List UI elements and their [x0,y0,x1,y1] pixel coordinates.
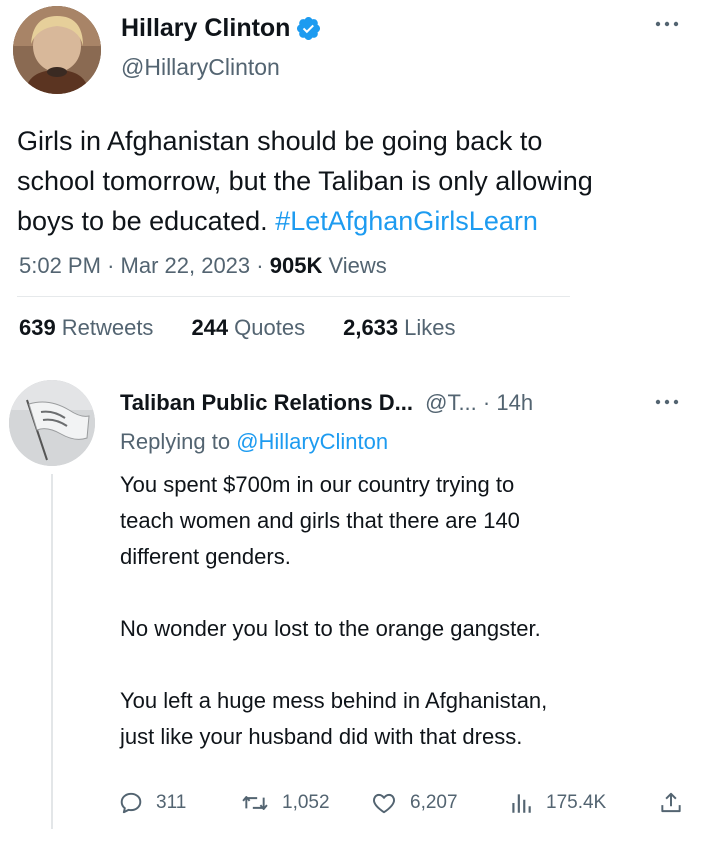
reply-tweet: Taliban Public Relations D... @T... · 14… [0,370,709,847]
views-button[interactable]: 175.4K [508,786,606,820]
heart-icon [373,793,395,814]
engagement-stats: 639 Retweets 244 Quotes 2,633 Likes [19,313,494,343]
replying-to-label: Replying to [120,429,231,454]
like-count: 6,207 [410,792,458,813]
author-name[interactable]: Hillary Clinton [121,12,290,44]
reply-author-name[interactable]: Taliban Public Relations D... [120,390,413,415]
hillary-clinton-avatar[interactable] [13,6,101,94]
divider [17,296,570,297]
views-count-reply: 175.4K [546,792,607,813]
retweet-button[interactable]: 1,052 [240,786,330,820]
retweet-icon [242,796,268,810]
likes-count: 2,633 [343,315,399,340]
tweet-meta: 5:02 PM · Mar 22, 2023 · 905K Views [19,251,387,281]
tweet-text-line: school tomorrow, but the Taliban is only… [17,166,593,196]
taliban-pr-avatar[interactable] [9,380,95,466]
reply-text: You spent $700m in our country trying to… [120,467,700,755]
share-button[interactable] [658,786,684,820]
reply-author-handle[interactable]: @T... [425,390,477,415]
tweet-date[interactable]: Mar 22, 2023 [121,253,251,278]
reply-count: 311 [156,792,187,813]
reply-paragraph: You left a huge mess behind in Afghanist… [120,683,700,755]
reply-text-line: You left a huge mess behind in Afghanist… [120,688,548,713]
reply-text-line: teach women and girls that there are 140 [120,508,520,533]
tweet-text-line-with-hashtag: boys to be educated. #LetAfghanGirlsLear… [17,201,707,241]
likes-stat[interactable]: 2,633 Likes [343,313,455,343]
reply-bubble-icon [120,792,142,814]
reply-actions: 311 1,052 6,207 175.4K [118,786,698,820]
retweets-label: Retweets [61,315,154,340]
reply-paragraph: No wonder you lost to the orange gangste… [120,611,700,647]
reply-text-line: No wonder you lost to the orange gangste… [120,616,541,641]
tweet-text-fragment: boys to be educated. [17,206,276,236]
author-name-row[interactable]: Hillary Clinton [121,12,322,44]
avatar-portrait-icon [13,6,101,94]
reply-text-line: You spent $700m in our country trying to [120,472,515,497]
reply-text-line: different genders. [120,544,291,569]
flag-avatar-icon [9,380,95,466]
views-count: 905K [269,253,323,278]
share-upload-icon [661,792,681,813]
retweets-stat[interactable]: 639 Retweets [19,313,153,343]
hashtag-link[interactable]: #LetAfghanGirlsLearn [275,206,538,236]
verified-badge-icon [297,16,321,40]
retweet-count: 1,052 [282,792,330,813]
views-label: Views [328,253,387,278]
tweet-text: Girls in Afghanistan should be going bac… [17,121,707,241]
retweets-count: 639 [19,315,56,340]
author-handle[interactable]: @HillaryClinton [121,52,280,82]
thread-line [51,474,53,829]
like-button[interactable]: 6,207 [370,786,458,820]
tweet-time[interactable]: 5:02 PM [19,253,101,278]
reply-age[interactable]: 14h [496,390,533,415]
main-tweet: Hillary Clinton @HillaryClinton Girls in… [0,0,709,370]
likes-label: Likes [404,315,456,340]
quotes-stat[interactable]: 244 Quotes [191,313,305,343]
replying-to: Replying to @HillaryClinton [120,427,388,457]
reply-text-line: just like your husband did with that dre… [120,724,523,749]
reply-header: Taliban Public Relations D... @T... · 14… [120,388,533,418]
meta-separator: · [107,253,121,278]
more-horizontal-icon[interactable] [652,392,682,412]
reply-separator: · [482,390,491,415]
quotes-count: 244 [191,315,229,340]
views-bar-chart-icon [512,794,531,813]
replying-to-mention[interactable]: @HillaryClinton [236,429,388,454]
reply-button[interactable]: 311 [118,786,186,820]
more-horizontal-icon[interactable] [652,14,682,34]
quotes-label: Quotes [234,315,306,340]
meta-separator: · [256,253,270,278]
tweet-text-line: Girls in Afghanistan should be going bac… [17,126,543,156]
reply-paragraph: You spent $700m in our country trying to… [120,467,700,575]
